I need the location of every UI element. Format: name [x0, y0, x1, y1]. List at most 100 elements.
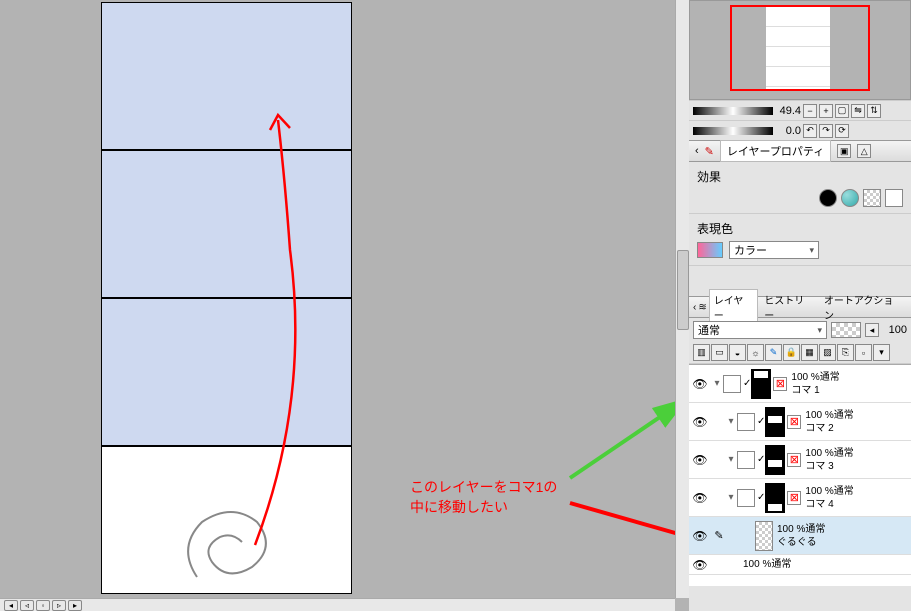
active-pen-icon: ✎ — [711, 529, 727, 542]
clip-disable-icon[interactable]: ⊠ — [773, 377, 787, 391]
nav-first-icon[interactable]: ◂ — [4, 600, 18, 611]
trash-icon[interactable]: ▫ — [855, 344, 872, 361]
fold-icon[interactable]: ▾ — [711, 378, 723, 389]
opacity-slider-icon[interactable]: ◂ — [865, 323, 879, 337]
layer-list[interactable]: 👁 ▾ ✓ ⊠ 100 %通常 コマ 1 👁 ▾ ✓ ⊠ 100 %通常 コマ … — [689, 364, 911, 586]
folder-icon — [737, 413, 755, 431]
opacity-value: 100 — [883, 324, 907, 336]
rotate-ccw-icon[interactable]: ↶ — [803, 124, 817, 138]
rotation-row: 0.0 ↶ ↷ ⟳ — [689, 120, 911, 140]
navigator-view-rect[interactable] — [730, 5, 870, 91]
canvas-bottom-bar: ◂ ◃ ◦ ▹ ▸ — [0, 598, 675, 611]
lock-icon[interactable]: 🔒 — [783, 344, 800, 361]
effect-tone-icon[interactable] — [841, 189, 859, 207]
new-folder-icon[interactable]: ▭ — [711, 344, 728, 361]
rotate-cw-icon[interactable]: ↷ — [819, 124, 833, 138]
clip-disable-icon[interactable]: ⊠ — [787, 453, 801, 467]
layer-thumb — [755, 521, 773, 551]
annotation-line2: 中に移動したい — [410, 498, 557, 518]
zoom-in-icon[interactable]: + — [819, 104, 833, 118]
effect-border-icon[interactable] — [819, 189, 837, 207]
layer-tab[interactable]: レイヤー — [709, 289, 758, 325]
clip-disable-icon[interactable]: ⊠ — [787, 415, 801, 429]
annotation-line1: このレイヤーをコマ1の — [410, 478, 557, 498]
fold-icon[interactable]: ▾ — [725, 492, 737, 503]
layer-row-koma4[interactable]: 👁 ▾ ✓ ⊠ 100 %通常 コマ 4 — [689, 479, 911, 517]
fold-icon[interactable]: ▾ — [725, 416, 737, 427]
visibility-icon[interactable]: 👁 — [689, 558, 711, 572]
reset-rotation-icon[interactable]: ⟳ — [835, 124, 849, 138]
autoaction-tab[interactable]: オートアクション — [820, 290, 907, 324]
folder-icon — [737, 451, 755, 469]
nav-last-icon[interactable]: ▸ — [68, 600, 82, 611]
frame-3[interactable] — [101, 298, 352, 446]
opacity-checker-icon — [831, 322, 861, 338]
color-expression-section: 表現色 カラー — [689, 214, 911, 266]
layer-row-extra[interactable]: 👁 100 %通常 — [689, 555, 911, 575]
frame-2[interactable] — [101, 150, 352, 298]
comic-frames — [101, 2, 352, 594]
pen-icon[interactable]: ✎ — [765, 344, 782, 361]
nav-center-icon[interactable]: ◦ — [36, 600, 50, 611]
visibility-icon[interactable]: 👁 — [689, 377, 711, 391]
layer-row-koma1[interactable]: 👁 ▾ ✓ ⊠ 100 %通常 コマ 1 — [689, 365, 911, 403]
rotation-value: 0.0 — [775, 125, 801, 137]
visibility-icon[interactable]: 👁 — [689, 415, 711, 429]
color-expression-label: 表現色 — [697, 220, 903, 237]
side-panel: 49.4 − + ▢ ⇋ ⇅ 0.0 ↶ ↷ ⟳ ‹ ✎ レイヤープロパティ ▣… — [689, 0, 911, 611]
fold-icon[interactable]: ▾ — [725, 454, 737, 465]
ruler-icon[interactable]: ▨ — [819, 344, 836, 361]
layer-row-koma2[interactable]: 👁 ▾ ✓ ⊠ 100 %通常 コマ 2 — [689, 403, 911, 441]
zoom-out-icon[interactable]: − — [803, 104, 817, 118]
mask-thumb — [765, 445, 785, 475]
folder-icon — [737, 489, 755, 507]
color-mode-dropdown[interactable]: カラー — [729, 241, 819, 259]
zoom-value: 49.4 — [775, 105, 801, 117]
layer-row-guruguru[interactable]: 👁 ✎ 100 %通常 ぐるぐる — [689, 517, 911, 555]
new-layer-icon[interactable]: ▥ — [693, 344, 710, 361]
blend-mode-dropdown[interactable]: 通常 — [693, 321, 827, 339]
nav-next-icon[interactable]: ▹ — [52, 600, 66, 611]
layer-panel-collapse-icon[interactable]: ‹ — [693, 302, 696, 313]
layer-panel-header: ‹ ≋ レイヤー ヒストリー オートアクション — [689, 296, 911, 318]
visibility-icon[interactable]: 👁 — [689, 491, 711, 505]
link-icon[interactable]: ⎘ — [837, 344, 854, 361]
mask-thumb — [751, 369, 771, 399]
clip-icon[interactable]: ◒ — [729, 344, 746, 361]
more-icon[interactable]: ▾ — [873, 344, 890, 361]
layer-property-icon-1[interactable]: ▣ — [837, 144, 851, 158]
layer-row-koma3[interactable]: 👁 ▾ ✓ ⊠ 100 %通常 コマ 3 — [689, 441, 911, 479]
effect-checker-icon[interactable] — [863, 189, 881, 207]
clip-disable-icon[interactable]: ⊠ — [787, 491, 801, 505]
effect-section: 効果 — [689, 162, 911, 214]
mask-thumb — [765, 407, 785, 437]
folder-icon — [723, 375, 741, 393]
effect-layer-color-icon[interactable] — [885, 189, 903, 207]
mask-icon[interactable]: ▦ — [801, 344, 818, 361]
history-tab[interactable]: ヒストリー — [760, 290, 818, 324]
annotation-text: このレイヤーをコマ1の 中に移動したい — [410, 478, 557, 517]
layer-property-icon-2[interactable]: △ — [857, 144, 871, 158]
frame-4[interactable] — [101, 446, 352, 594]
canvas-vertical-scrollbar[interactable] — [675, 0, 689, 598]
zoom-row: 49.4 − + ▢ ⇋ ⇅ — [689, 100, 911, 120]
zoom-slider[interactable] — [693, 107, 773, 115]
layer-property-tab[interactable]: レイヤープロパティ — [720, 140, 831, 162]
layer-property-collapse-icon[interactable]: ‹ — [695, 145, 699, 157]
flip-h-icon[interactable]: ⇋ — [851, 104, 865, 118]
layer-property-header: ‹ ✎ レイヤープロパティ ▣ △ — [689, 140, 911, 162]
scrollbar-thumb[interactable] — [677, 250, 689, 330]
fit-icon[interactable]: ▢ — [835, 104, 849, 118]
visibility-icon[interactable]: 👁 — [689, 453, 711, 467]
canvas-area[interactable]: このレイヤーをコマ1の 中に移動したい — [0, 0, 675, 598]
layer-tool-row: ▥ ▭ ◒ ☼ ✎ 🔒 ▦ ▨ ⎘ ▫ ▾ — [689, 342, 911, 364]
navigator-panel[interactable] — [689, 0, 911, 100]
flip-v-icon[interactable]: ⇅ — [867, 104, 881, 118]
mask-thumb — [765, 483, 785, 513]
frame-1[interactable] — [101, 2, 352, 150]
visibility-icon[interactable]: 👁 — [689, 529, 711, 543]
rotation-slider[interactable] — [693, 127, 773, 135]
reference-icon[interactable]: ☼ — [747, 344, 764, 361]
effect-label: 効果 — [697, 168, 903, 185]
nav-prev-icon[interactable]: ◃ — [20, 600, 34, 611]
